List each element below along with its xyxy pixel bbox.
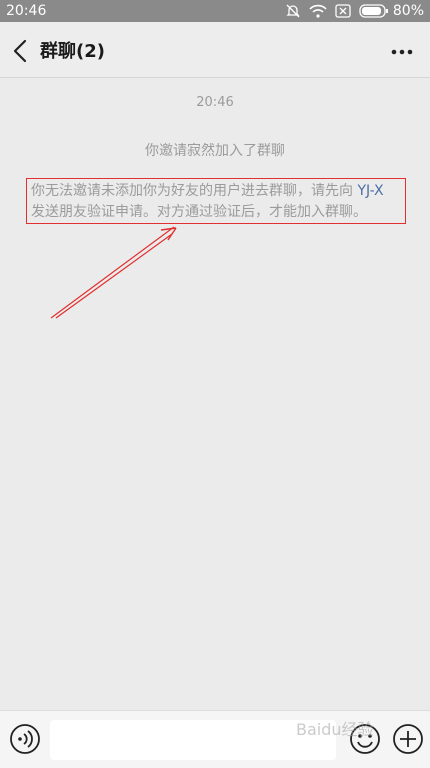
annotation-arrow [50, 226, 177, 319]
voice-icon[interactable] [9, 723, 41, 755]
emoji-icon[interactable] [349, 723, 381, 755]
plus-icon[interactable] [392, 723, 424, 755]
input-bar [0, 710, 430, 768]
message-input[interactable] [50, 720, 336, 760]
